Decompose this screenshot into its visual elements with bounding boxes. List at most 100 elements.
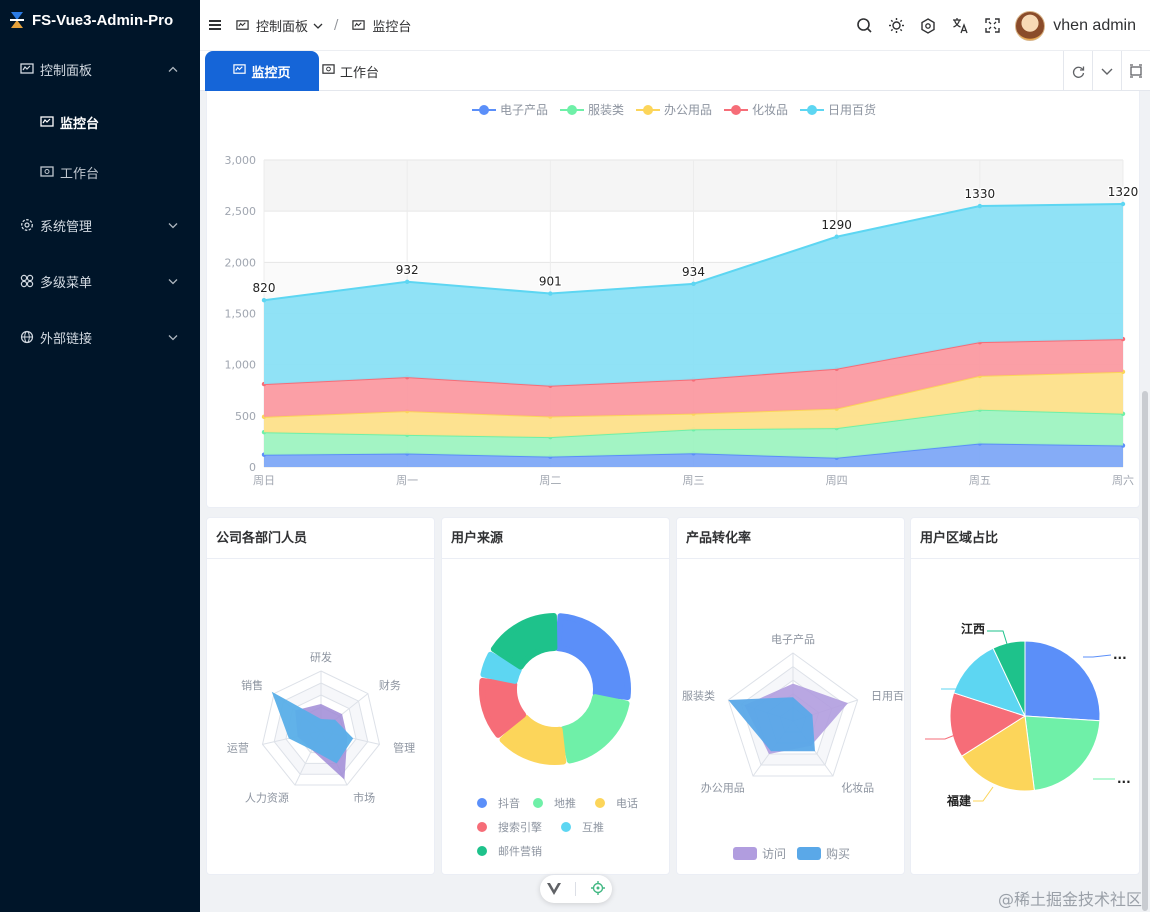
globe-icon <box>20 330 34 344</box>
donut-slice <box>555 613 631 701</box>
data-label: 1330 <box>965 187 996 201</box>
data-point <box>691 281 696 287</box>
tab-workbench[interactable]: 工作台 <box>322 51 379 91</box>
chevron-down-icon[interactable] <box>313 18 323 33</box>
legend-label: 电话 <box>616 797 638 810</box>
data-label: 932 <box>396 263 419 277</box>
radar-indicator-label: 市场 <box>353 791 375 805</box>
breadcrumb: 控制面板 / 监控台 <box>233 16 411 35</box>
main-content: 电子产品 服装类 办公用品 化妆品 日用百货 0 500 1,000 1,500 2,0… <box>200 91 1150 912</box>
y-tick-label: 2,500 <box>225 205 257 218</box>
x-tick-label: 周二 <box>539 474 561 487</box>
translate-icon[interactable] <box>951 17 969 35</box>
sun-icon[interactable] <box>887 17 905 35</box>
data-point <box>261 297 267 303</box>
user-name[interactable]: vhen admin <box>1053 17 1136 35</box>
legend-label: 邮件营销 <box>498 844 542 858</box>
dashboard-icon <box>233 16 251 34</box>
y-tick-label: 1,000 <box>225 359 257 372</box>
legend-dot <box>477 798 487 808</box>
radar-indicator-label: 人力资源 <box>245 791 289 805</box>
radar-indicator-label: 服装类 <box>682 689 715 703</box>
logo-icon <box>8 10 26 30</box>
chevron-down-icon <box>168 218 178 233</box>
y-tick-label: 1,500 <box>225 308 257 321</box>
tab-monitor[interactable]: 监控页 <box>205 51 319 91</box>
data-point <box>977 203 983 209</box>
legend-label: 访问 <box>762 847 786 861</box>
theme-icon[interactable] <box>919 17 937 35</box>
data-label: 934 <box>682 265 705 279</box>
vue-logo-icon[interactable] <box>547 880 562 899</box>
fullscreen-icon[interactable] <box>983 17 1001 35</box>
sidebar-item-label: 工作台 <box>60 166 100 182</box>
data-point <box>548 291 553 296</box>
pie-label-line <box>987 630 1008 645</box>
header-toolbar: vhen admin <box>855 0 1136 51</box>
devtools-pill[interactable] <box>540 875 612 903</box>
radar-indicator-label: 研发 <box>310 650 332 664</box>
user-source-card: 用户来源 抖音 地推 电话 搜索引擎 互推 邮件营销 <box>441 517 670 875</box>
card-title: 用户来源 <box>442 518 669 559</box>
monitor-icon <box>233 63 247 80</box>
chevron-up-icon <box>168 62 178 77</box>
chevron-down-icon[interactable] <box>1092 51 1121 91</box>
avatar[interactable] <box>1015 10 1046 41</box>
tab-label: 监控页 <box>251 65 291 81</box>
pie-label-line <box>1083 654 1112 658</box>
refresh-icon[interactable] <box>1063 51 1092 91</box>
sidebar-item-dashboard[interactable]: 控制面板 <box>0 41 200 97</box>
sidebar-item-external[interactable]: 外部链接 <box>0 309 200 365</box>
radar-indicator-label: 化妆品 <box>841 780 874 794</box>
monitor-icon <box>40 115 54 129</box>
data-label: 901 <box>539 275 562 289</box>
sidebar-item-multilevel[interactable]: 多级菜单 <box>0 253 200 309</box>
x-tick-label: 周日 <box>253 474 275 487</box>
conversion-radar-chart: 电子产品日用百化妆品 办公用品 服装类访问 购买 <box>682 632 904 861</box>
y-tick-label: 3,000 <box>225 154 257 167</box>
workbench-icon <box>322 63 335 80</box>
region-pie-chart: ...... 福建 江西 <box>925 620 1132 809</box>
target-icon[interactable] <box>590 880 605 899</box>
pie-slice <box>1024 640 1101 722</box>
card-title: 公司各部门人员 <box>207 518 434 559</box>
x-tick-label: 周一 <box>396 474 418 487</box>
tab-tools <box>1063 51 1150 91</box>
sidebar-item-system[interactable]: 系统管理 <box>0 197 200 253</box>
dashboard-icon <box>20 62 34 76</box>
sidebar-item-label: 监控台 <box>60 116 100 132</box>
x-tick-label: 周三 <box>683 474 705 487</box>
x-tick-label: 周四 <box>826 474 848 487</box>
sidebar-item-monitor[interactable]: 监控台 <box>0 97 200 147</box>
chevron-down-icon <box>168 330 178 345</box>
app-title: FS-Vue3-Admin-Pro <box>32 11 174 29</box>
legend-dot <box>595 798 605 808</box>
tab-label: 工作台 <box>340 65 380 81</box>
workbench-icon <box>40 165 54 179</box>
pie-label-line <box>973 786 994 802</box>
menu-toggle-icon[interactable] <box>209 20 221 30</box>
breadcrumb-item[interactable]: 监控台 <box>372 16 411 35</box>
radar-indicator-label: 日用百 <box>871 690 904 703</box>
sidebar: FS-Vue3-Admin-Pro 控制面板 监控台 工作台 系统管理 多级菜单… <box>0 0 200 912</box>
data-point <box>404 279 410 284</box>
data-label: 1290 <box>821 218 852 232</box>
chevron-down-icon <box>168 274 178 289</box>
sidebar-item-workbench[interactable]: 工作台 <box>0 147 200 197</box>
pie-label: 福建 <box>946 793 972 808</box>
legend-label: 地推 <box>554 796 576 810</box>
search-icon[interactable] <box>855 17 873 35</box>
data-label: 820 <box>253 281 276 295</box>
radar-indicator-label: 财务 <box>379 678 401 692</box>
x-tick-label: 周五 <box>969 474 991 487</box>
donut-slice <box>560 694 630 764</box>
department-radar-chart: 研发财务管理市场 人力资源 运营 销售 <box>227 650 415 805</box>
app-logo[interactable]: FS-Vue3-Admin-Pro <box>0 0 200 40</box>
legend-swatch <box>733 847 757 860</box>
pie-label-line <box>925 734 956 740</box>
card-title: 用户区域占比 <box>911 518 1139 559</box>
maximize-icon[interactable] <box>1121 51 1150 91</box>
scrollbar[interactable] <box>1142 391 1148 911</box>
breadcrumb-separator: / <box>334 17 339 33</box>
breadcrumb-item[interactable]: 控制面板 <box>256 16 308 35</box>
